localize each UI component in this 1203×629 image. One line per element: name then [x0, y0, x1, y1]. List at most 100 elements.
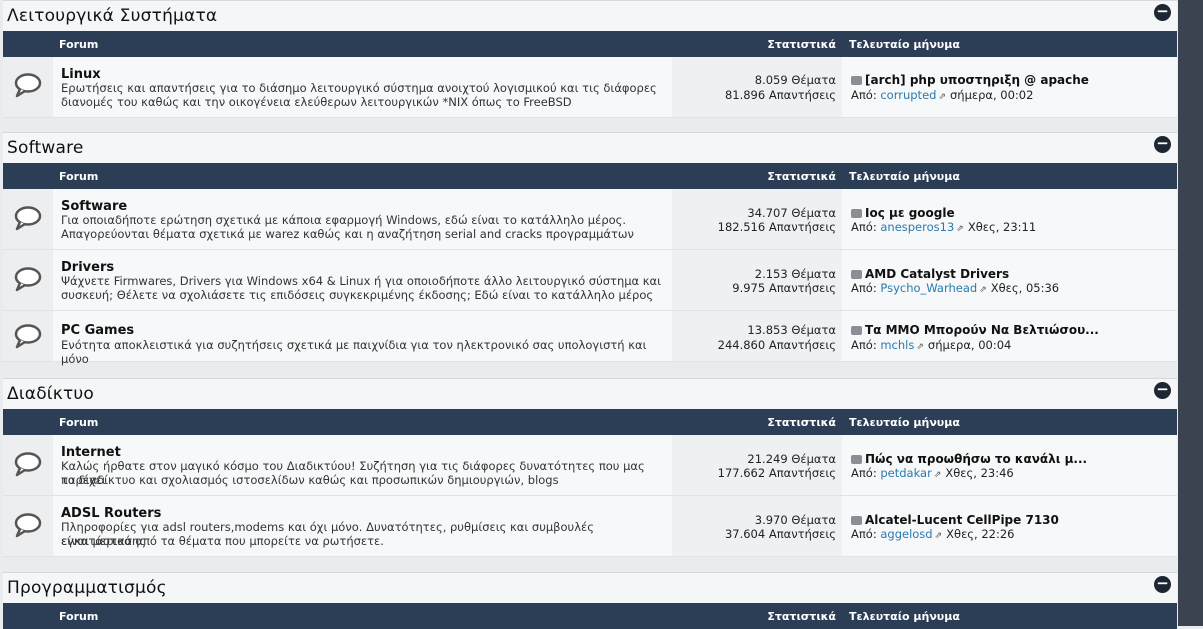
last-post-user[interactable]: corrupted [880, 88, 936, 102]
forum-row: Linux Ερωτήσεις και απαντήσεις για το δι… [3, 57, 1177, 118]
category-header: Software − [3, 132, 1177, 163]
message-icon [851, 270, 862, 279]
col-stats-header: Στατιστικά [767, 170, 836, 183]
category-title[interactable]: Λειτουργικά Συστήματα [7, 6, 217, 26]
thread-count: 34.707 Θέματα [747, 206, 836, 220]
reply-count: 177.662 Απαντήσεις [717, 466, 836, 480]
forum-description-line2: Απαγορεύονται θέματα σχετικά με warez κα… [61, 227, 634, 241]
category-title[interactable]: Προγραμματισμός [7, 578, 167, 598]
message-icon [851, 76, 862, 85]
last-post-title-text[interactable]: [arch] php υποστηριξη @ apache [865, 73, 1089, 87]
forum-title[interactable]: Internet [61, 445, 121, 460]
forum-bubble-icon [14, 267, 42, 292]
col-forum-header: Forum [59, 170, 99, 183]
forum-description: Ψάχνετε Firmwares, Drivers για Windows x… [61, 274, 662, 288]
last-post-title-text[interactable]: Πώς να προωθήσω το κανάλι μ... [865, 452, 1087, 466]
forum-title[interactable]: Drivers [61, 260, 114, 275]
last-post-meta: Από: corrupted ⇗ σήμερα, 00:02 [851, 88, 1033, 102]
external-link-icon[interactable]: ⇗ [935, 531, 943, 541]
forum-title[interactable]: PC Games [61, 323, 134, 338]
col-stats-header: Στατιστικά [767, 38, 836, 51]
by-label: Από: [851, 220, 877, 234]
last-post-title-text[interactable]: Τα ΜΜΟ Μπορούν Να Βελτιώσου... [865, 323, 1099, 337]
thread-count: 13.853 Θέματα [747, 323, 836, 337]
last-post-title-text[interactable]: Ιος με google [865, 206, 955, 220]
by-label: Από: [851, 338, 877, 352]
last-post-user[interactable]: mchls [880, 338, 914, 352]
last-post-meta: Από: Psycho_Warhead ⇗ Χθες, 05:36 [851, 281, 1059, 295]
forum-row: Software Για οποιαδήποτε ερώτηση σχετικά… [3, 189, 1177, 250]
message-icon [851, 455, 862, 464]
external-link-icon[interactable]: ⇗ [979, 285, 987, 295]
last-post-user[interactable]: Psycho_Warhead [880, 281, 977, 295]
last-post-title[interactable]: Alcatel-Lucent CellPipe 7130 [851, 513, 1059, 527]
forum-row: ADSL Routers Πληροφορίες για adsl router… [3, 496, 1177, 557]
external-link-icon[interactable]: ⇗ [956, 224, 964, 234]
last-post-time: Χθες, 05:36 [990, 281, 1060, 295]
table-header: Forum Στατιστικά Τελευταίο μήνυμα [3, 409, 1177, 435]
page-side-strip [1178, 0, 1203, 626]
last-post-time: Χθες, 22:26 [946, 527, 1015, 541]
col-last-post-header: Τελευταίο μήνυμα [849, 416, 960, 429]
last-post-title-text[interactable]: Alcatel-Lucent CellPipe 7130 [865, 513, 1059, 527]
reply-count: 81.896 Απαντήσεις [724, 88, 836, 102]
collapse-icon[interactable]: − [1154, 136, 1171, 153]
forum-index: Λειτουργικά Συστήματα − Forum Στατιστικά… [0, 0, 1203, 629]
last-post-title-text[interactable]: AMD Catalyst Drivers [865, 267, 1009, 281]
reply-count: 244.860 Απαντήσεις [717, 338, 836, 352]
forum-bubble-icon [14, 324, 42, 349]
category-programming: Προγραμματισμός − Forum Στατιστικά Τελευ… [3, 572, 1177, 629]
collapse-icon[interactable]: − [1154, 4, 1171, 21]
last-post-title[interactable]: Πώς να προωθήσω το κανάλι μ... [851, 452, 1087, 466]
last-post-title[interactable]: Τα ΜΜΟ Μπορούν Να Βελτιώσου... [851, 323, 1099, 337]
forum-bubble-icon [14, 452, 42, 477]
forum-title[interactable]: Software [61, 199, 127, 214]
collapse-icon[interactable]: − [1154, 576, 1171, 593]
forum-description: Ενότητα αποκλειστικά για συζητήσεις σχετ… [61, 338, 647, 366]
last-post-meta: Από: aggelosd ⇗ Χθες, 22:26 [851, 527, 1015, 541]
last-post-meta: Από: petdakar ⇗ Χθες, 23:46 [851, 466, 1014, 480]
category-internet: Διαδίκτυο − Forum Στατιστικά Τελευταίο μ… [3, 378, 1177, 557]
category-title[interactable]: Διαδίκτυο [7, 384, 94, 404]
forum-bubble-icon [14, 513, 42, 538]
category-header: Λειτουργικά Συστήματα − [3, 0, 1177, 31]
external-link-icon[interactable]: ⇗ [938, 92, 946, 102]
col-last-post-header: Τελευταίο μήνυμα [849, 170, 960, 183]
col-stats-header: Στατιστικά [767, 416, 836, 429]
reply-count: 9.975 Απαντήσεις [732, 281, 836, 295]
message-icon [851, 209, 862, 218]
col-forum-header: Forum [59, 416, 99, 429]
forum-row: PC Games Ενότητα αποκλειστικά για συζητή… [3, 311, 1177, 366]
thread-count: 8.059 Θέματα [754, 73, 836, 87]
table-header: Forum Στατιστικά Τελευταίο μήνυμα [3, 163, 1177, 189]
external-link-icon[interactable]: ⇗ [934, 470, 942, 480]
forum-title[interactable]: ADSL Routers [61, 506, 161, 521]
table-header: Forum Στατιστικά Τελευταίο μήνυμα [3, 31, 1177, 57]
external-link-icon[interactable]: ⇗ [916, 342, 924, 352]
by-label: Από: [851, 527, 877, 541]
forum-description-line2: συσκευή; Θέλετε να σχολιάσετε τις επιδόσ… [61, 288, 654, 302]
forum-title[interactable]: Linux [61, 67, 101, 82]
col-stats-header: Στατιστικά [767, 610, 836, 623]
last-post-time: σήμερα, 00:04 [927, 338, 1012, 352]
last-post-time: Χθες, 23:46 [945, 466, 1014, 480]
last-post-meta: Από: mchls ⇗ σήμερα, 00:04 [851, 338, 1011, 352]
forum-description-line2: είναι μερικά από τα θέματα που μπορείτε … [61, 534, 384, 548]
reply-count: 37.604 Απαντήσεις [724, 527, 836, 541]
forum-description: Για οποιαδήποτε ερώτηση σχετικά με κάποι… [61, 213, 627, 227]
last-post-user[interactable]: anesperos13 [880, 220, 954, 234]
thread-count: 2.153 Θέματα [754, 267, 836, 281]
col-last-post-header: Τελευταίο μήνυμα [849, 38, 960, 51]
reply-count: 182.516 Απαντήσεις [717, 220, 836, 234]
last-post-user[interactable]: petdakar [880, 466, 931, 480]
last-post-title[interactable]: [arch] php υποστηριξη @ apache [851, 73, 1089, 87]
last-post-user[interactable]: aggelosd [880, 527, 932, 541]
last-post-title[interactable]: Ιος με google [851, 206, 955, 220]
category-operating-systems: Λειτουργικά Συστήματα − Forum Στατιστικά… [3, 0, 1177, 118]
category-title[interactable]: Software [7, 138, 84, 158]
last-post-title[interactable]: AMD Catalyst Drivers [851, 267, 1009, 281]
collapse-icon[interactable]: − [1154, 382, 1171, 399]
col-last-post-header: Τελευταίο μήνυμα [849, 610, 960, 623]
message-icon [851, 326, 862, 335]
by-label: Από: [851, 281, 877, 295]
